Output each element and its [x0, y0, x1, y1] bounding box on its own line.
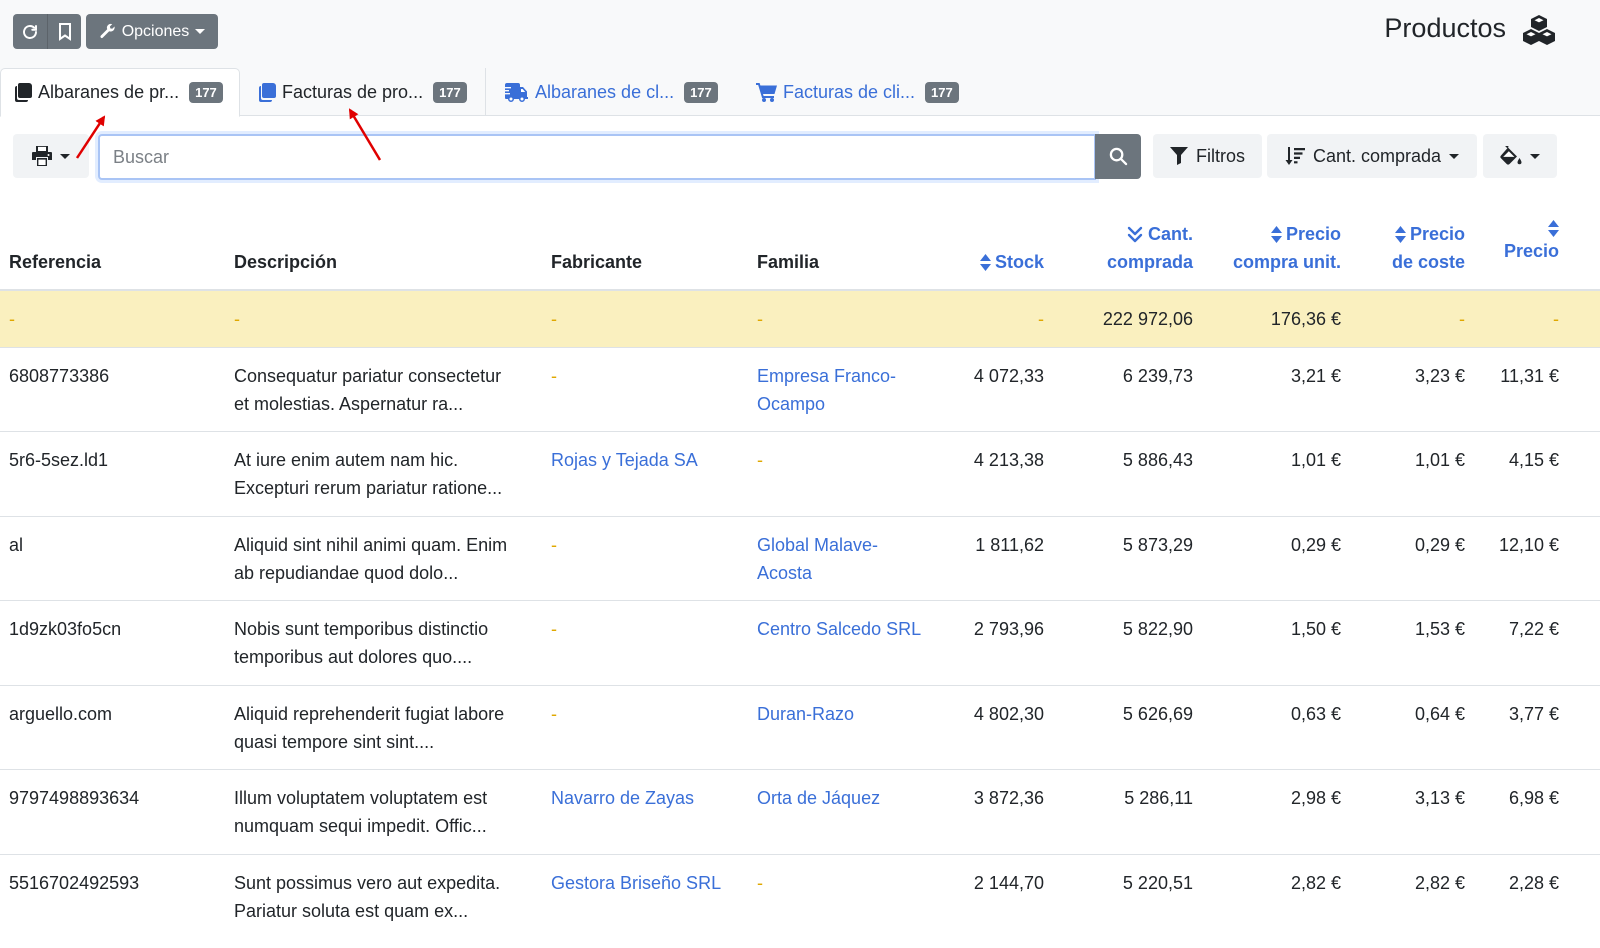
annotation-arrows	[75, 108, 382, 161]
annotation-arrow	[348, 108, 382, 161]
annotation-arrow	[75, 115, 106, 159]
